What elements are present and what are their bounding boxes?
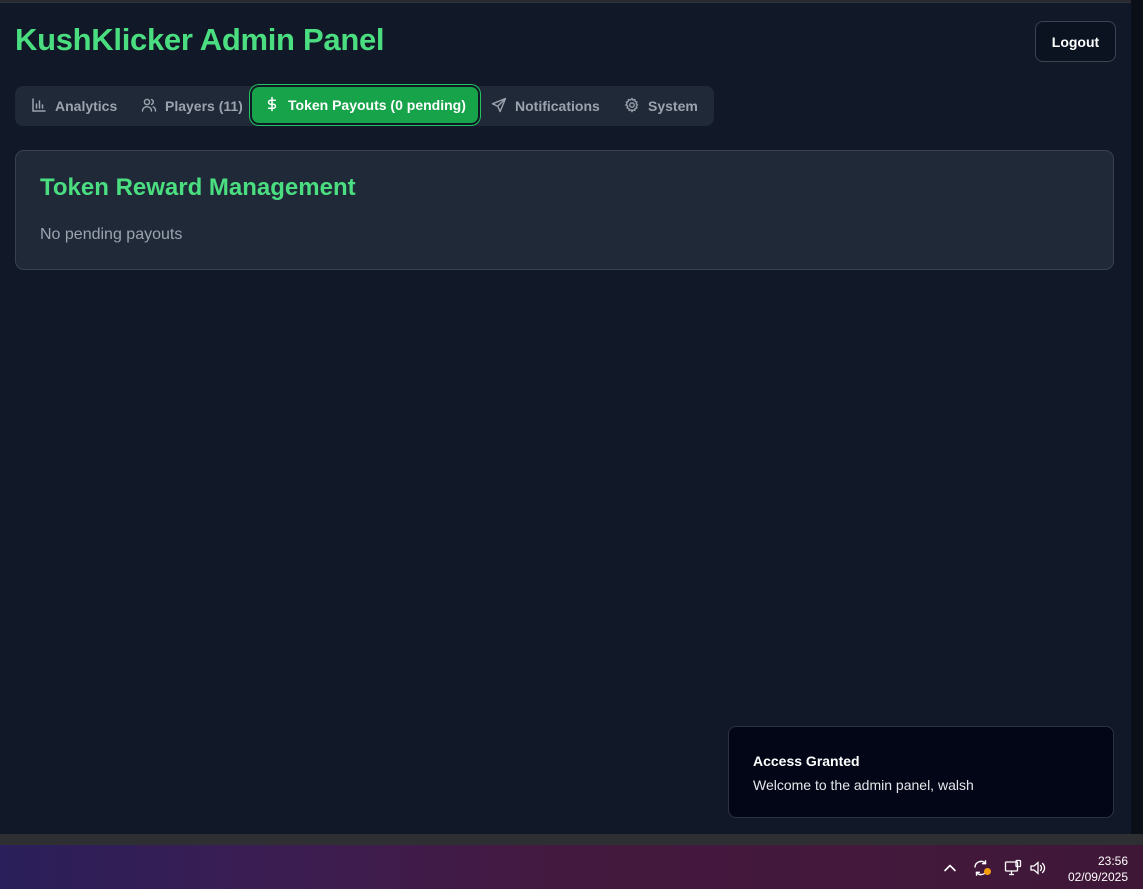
chevron-up-icon[interactable]	[941, 859, 959, 877]
logout-button[interactable]: Logout	[1035, 21, 1116, 62]
token-reward-card: Token Reward Management No pending payou…	[15, 150, 1114, 270]
sync-status-dot	[984, 868, 991, 875]
window-edge	[1131, 0, 1143, 845]
clock-date: 02/09/2025	[1067, 870, 1128, 884]
taskbar: 23:56 02/09/2025	[0, 845, 1143, 889]
volume-icon[interactable]	[1029, 859, 1047, 877]
tab-analytics[interactable]: Analytics	[31, 90, 117, 122]
tab-label: Notifications	[515, 98, 600, 114]
empty-state-text: No pending payouts	[40, 226, 183, 243]
toast-title: Access Granted	[753, 753, 860, 769]
clock-time: 23:56	[1097, 854, 1128, 868]
tab-token-payouts[interactable]: Token Payouts (0 pending)	[252, 87, 478, 123]
tab-label: Token Payouts (0 pending)	[288, 97, 466, 113]
users-icon	[141, 97, 157, 116]
page-title: KushKlicker Admin Panel	[15, 22, 385, 57]
window-frame-bottom	[0, 834, 1143, 845]
tab-label: Analytics	[55, 98, 118, 114]
toast-message: Welcome to the admin panel, walsh	[753, 777, 974, 793]
card-title: Token Reward Management	[40, 174, 356, 201]
admin-window: KushKlicker Admin Panel Logout Analytics…	[0, 2, 1131, 835]
tab-label: System	[648, 98, 698, 114]
system-clock[interactable]: 23:56 02/09/2025	[1058, 853, 1128, 885]
tab-bar: Analytics Players (11) Token Payouts (0 …	[15, 86, 714, 126]
dollar-icon	[264, 96, 280, 115]
network-icon[interactable]	[1004, 859, 1022, 877]
tab-players[interactable]: Players (11)	[141, 90, 243, 122]
send-icon	[491, 97, 507, 116]
bar-chart-icon	[31, 97, 47, 116]
tab-system[interactable]: System	[624, 90, 698, 122]
toast-notification[interactable]: Access Granted Welcome to the admin pane…	[728, 726, 1114, 818]
tab-notifications[interactable]: Notifications	[491, 90, 600, 122]
gear-icon	[624, 96, 640, 116]
tab-label: Players (11)	[165, 98, 243, 114]
